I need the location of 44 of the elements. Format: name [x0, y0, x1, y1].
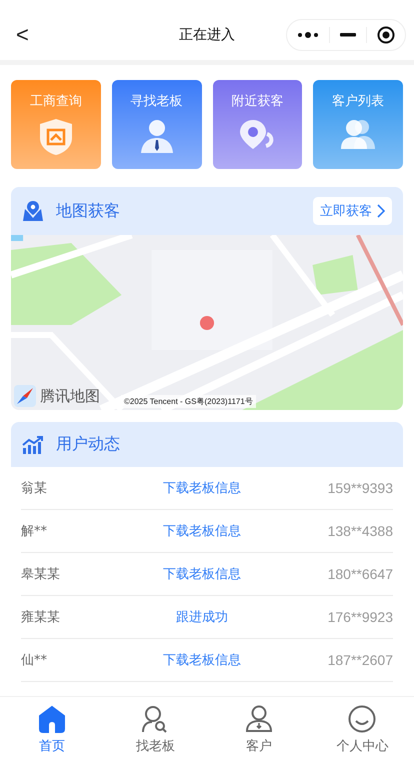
feature-tile[interactable]: 附近获客 — [212, 80, 302, 169]
people-icon — [340, 118, 376, 150]
map-logo: 腾讯地图 — [40, 386, 100, 406]
acquire-button[interactable]: 立即获客 — [313, 197, 392, 225]
activity-action: 下载老板信息 — [162, 566, 242, 583]
page-title: 正在进入 — [179, 26, 235, 44]
user-name: 皋某某 — [21, 566, 61, 583]
activity-action: 跟进成功 — [175, 609, 229, 626]
compass-icon — [14, 385, 36, 407]
user-name: 雍某某 — [21, 609, 61, 626]
trend-chart-icon — [22, 436, 44, 454]
person-icon — [244, 705, 273, 733]
businessman-icon — [138, 118, 175, 154]
tab-item[interactable]: 个人中心 — [330, 697, 394, 756]
phone-number: 138**4388 — [326, 523, 393, 539]
section-title: 地图获客 — [56, 200, 120, 222]
more-icon[interactable] — [297, 31, 319, 39]
tab-item[interactable]: 客户 — [238, 697, 279, 756]
tab-item[interactable]: 找老板 — [130, 697, 181, 756]
user-name: 仙** — [21, 652, 48, 669]
chevron-right-icon — [377, 204, 385, 218]
feature-tile[interactable]: 寻找老板 — [112, 80, 202, 169]
activity-action: 下载老板信息 — [162, 480, 242, 497]
person-search-icon — [141, 705, 170, 733]
phone-number: 187**2607 — [326, 652, 393, 668]
user-name: 翁某 — [21, 480, 48, 497]
back-button[interactable]: < — [12, 22, 33, 48]
home-icon — [38, 705, 66, 733]
shield-icon — [38, 118, 73, 156]
minimize-icon[interactable] — [340, 33, 356, 37]
section-title: 用户动态 — [56, 434, 120, 455]
user-name: 解** — [21, 523, 48, 540]
smile-icon — [348, 705, 376, 733]
phone-number: 159**9393 — [326, 480, 393, 496]
activity-action: 下载老板信息 — [162, 652, 242, 669]
close-icon[interactable] — [377, 26, 395, 44]
tab-item[interactable]: 首页 — [32, 697, 72, 756]
map-copyright: ©2025 Tencent - GS粤(2023)1171号 — [121, 395, 256, 408]
location-pin-icon — [239, 118, 276, 150]
map-pin-icon — [22, 200, 44, 222]
phone-number: 176**9923 — [326, 609, 393, 625]
phone-number: 180**6647 — [326, 566, 393, 582]
feature-tile[interactable]: 客户列表 — [313, 80, 403, 169]
activity-action: 下载老板信息 — [162, 523, 242, 540]
